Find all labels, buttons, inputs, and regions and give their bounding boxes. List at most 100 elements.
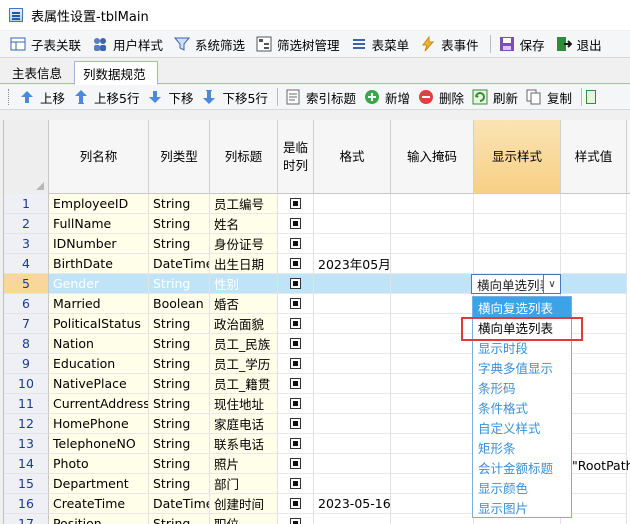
cell-is-temp[interactable] xyxy=(278,354,314,374)
cell-input-mask[interactable] xyxy=(391,374,474,394)
user-style-button[interactable]: 用户样式 xyxy=(88,33,167,55)
row-number[interactable]: 5 xyxy=(4,274,49,294)
cell-col-title[interactable]: 联系电话 xyxy=(210,434,278,454)
cell-col-type[interactable]: DateTime xyxy=(149,254,210,274)
cell-col-type[interactable]: DateTime xyxy=(149,494,210,514)
is-temp-checkbox[interactable] xyxy=(290,318,301,329)
filter-tree-manage-button[interactable]: 筛选树管理 xyxy=(252,33,344,55)
row-number[interactable]: 4 xyxy=(4,254,49,274)
cell-format[interactable] xyxy=(314,194,391,214)
cell-is-temp[interactable] xyxy=(278,334,314,354)
cell-col-name[interactable]: Department xyxy=(49,474,149,494)
cell-col-type[interactable]: String xyxy=(149,314,210,334)
is-temp-checkbox[interactable] xyxy=(290,218,301,229)
cell-input-mask[interactable] xyxy=(391,394,474,414)
cell-format[interactable] xyxy=(314,294,391,314)
row-number[interactable]: 15 xyxy=(4,474,49,494)
cell-col-type[interactable]: String xyxy=(149,214,210,234)
cell-col-title[interactable]: 员工编号 xyxy=(210,194,278,214)
cell-input-mask[interactable] xyxy=(391,294,474,314)
copy-button[interactable]: 复制 xyxy=(523,86,575,108)
cell-display-style[interactable] xyxy=(474,214,561,234)
cell-col-name[interactable]: TelephoneNO xyxy=(49,434,149,454)
system-filter-button[interactable]: 系统筛选 xyxy=(170,33,249,55)
cell-col-title[interactable]: 出生日期 xyxy=(210,254,278,274)
cell-input-mask[interactable] xyxy=(391,214,474,234)
table-row[interactable]: 3 IDNumber String 身份证号 xyxy=(4,234,630,254)
cell-input-mask[interactable] xyxy=(391,234,474,254)
is-temp-checkbox[interactable] xyxy=(290,278,301,289)
cell-display-style[interactable] xyxy=(474,234,561,254)
sub-table-link-button[interactable]: 子表关联 xyxy=(6,33,85,55)
cell-format[interactable] xyxy=(314,454,391,474)
cell-col-title[interactable]: 现住地址 xyxy=(210,394,278,414)
cell-format[interactable] xyxy=(314,214,391,234)
dropdown-option[interactable]: 会计金额标题 xyxy=(473,457,571,477)
row-number[interactable]: 12 xyxy=(4,414,49,434)
tab-main-table-info[interactable]: 主表信息 xyxy=(4,61,71,84)
header-input-mask[interactable]: 输入掩码 xyxy=(391,120,474,194)
dropdown-option[interactable]: 字典多值显示 xyxy=(473,357,571,377)
dropdown-option[interactable]: 矩形条 xyxy=(473,437,571,457)
cell-input-mask[interactable] xyxy=(391,274,474,294)
cell-col-type[interactable]: String xyxy=(149,354,210,374)
header-display-style[interactable]: 显示样式 xyxy=(474,120,561,194)
cell-format[interactable] xyxy=(314,334,391,354)
delete-button[interactable]: 删除 xyxy=(415,86,467,108)
cell-is-temp[interactable] xyxy=(278,434,314,454)
is-temp-checkbox[interactable] xyxy=(290,338,301,349)
dropdown-option[interactable]: 自定义样式 xyxy=(473,417,571,437)
row-number[interactable]: 17 xyxy=(4,514,49,524)
cell-is-temp[interactable] xyxy=(278,214,314,234)
dropdown-option[interactable]: 条形码 xyxy=(473,377,571,397)
cell-col-name[interactable]: BirthDate xyxy=(49,254,149,274)
cell-format[interactable] xyxy=(314,474,391,494)
is-temp-checkbox[interactable] xyxy=(290,518,301,524)
cell-is-temp[interactable] xyxy=(278,294,314,314)
cell-col-title[interactable]: 婚否 xyxy=(210,294,278,314)
cell-format[interactable] xyxy=(314,514,391,524)
cell-is-temp[interactable] xyxy=(278,194,314,214)
cell-col-title[interactable]: 员工_学历 xyxy=(210,354,278,374)
header-col-name[interactable]: 列名称 xyxy=(49,120,149,194)
row-number[interactable]: 11 xyxy=(4,394,49,414)
cell-is-temp[interactable] xyxy=(278,234,314,254)
cell-col-name[interactable]: EmployeeID xyxy=(49,194,149,214)
cell-col-type[interactable]: String xyxy=(149,374,210,394)
cell-input-mask[interactable] xyxy=(391,494,474,514)
cell-col-name[interactable]: CreateTime xyxy=(49,494,149,514)
cell-is-temp[interactable] xyxy=(278,514,314,524)
index-title-button[interactable]: 索引标题 xyxy=(282,86,359,108)
cell-col-type[interactable]: Boolean xyxy=(149,294,210,314)
cell-col-type[interactable]: String xyxy=(149,394,210,414)
cell-input-mask[interactable] xyxy=(391,434,474,454)
is-temp-checkbox[interactable] xyxy=(290,438,301,449)
cell-col-name[interactable]: PoliticalStatus xyxy=(49,314,149,334)
move-up-5-button[interactable]: 上移5行 xyxy=(70,86,142,108)
cell-col-name[interactable]: HomePhone xyxy=(49,414,149,434)
cell-format[interactable] xyxy=(314,414,391,434)
cell-col-type[interactable]: String xyxy=(149,194,210,214)
is-temp-checkbox[interactable] xyxy=(290,418,301,429)
cell-col-title[interactable]: 政治面貌 xyxy=(210,314,278,334)
cell-display-style[interactable] xyxy=(474,254,561,274)
is-temp-checkbox[interactable] xyxy=(290,498,301,509)
cell-is-temp[interactable] xyxy=(278,494,314,514)
exit-button[interactable]: 退出 xyxy=(552,33,606,55)
table-menu-button[interactable]: 表菜单 xyxy=(347,33,414,55)
cell-col-name[interactable]: NativePlace xyxy=(49,374,149,394)
cell-is-temp[interactable] xyxy=(278,474,314,494)
cell-col-name[interactable]: CurrentAddress xyxy=(49,394,149,414)
cell-col-name[interactable]: Education xyxy=(49,354,149,374)
cell-col-name[interactable]: Position xyxy=(49,514,149,524)
cell-col-type[interactable]: String xyxy=(149,274,210,294)
header-is-temp[interactable]: 是临 时列 xyxy=(278,120,314,194)
more-tools-icon[interactable] xyxy=(586,90,597,104)
cell-is-temp[interactable] xyxy=(278,254,314,274)
display-style-combo[interactable]: 横向单选列表 ∨ xyxy=(471,274,561,294)
cell-col-name[interactable]: Nation xyxy=(49,334,149,354)
table-row[interactable]: 2 FullName String 姓名 xyxy=(4,214,630,234)
cell-input-mask[interactable] xyxy=(391,194,474,214)
save-button[interactable]: 保存 xyxy=(495,33,549,55)
cell-format[interactable] xyxy=(314,394,391,414)
